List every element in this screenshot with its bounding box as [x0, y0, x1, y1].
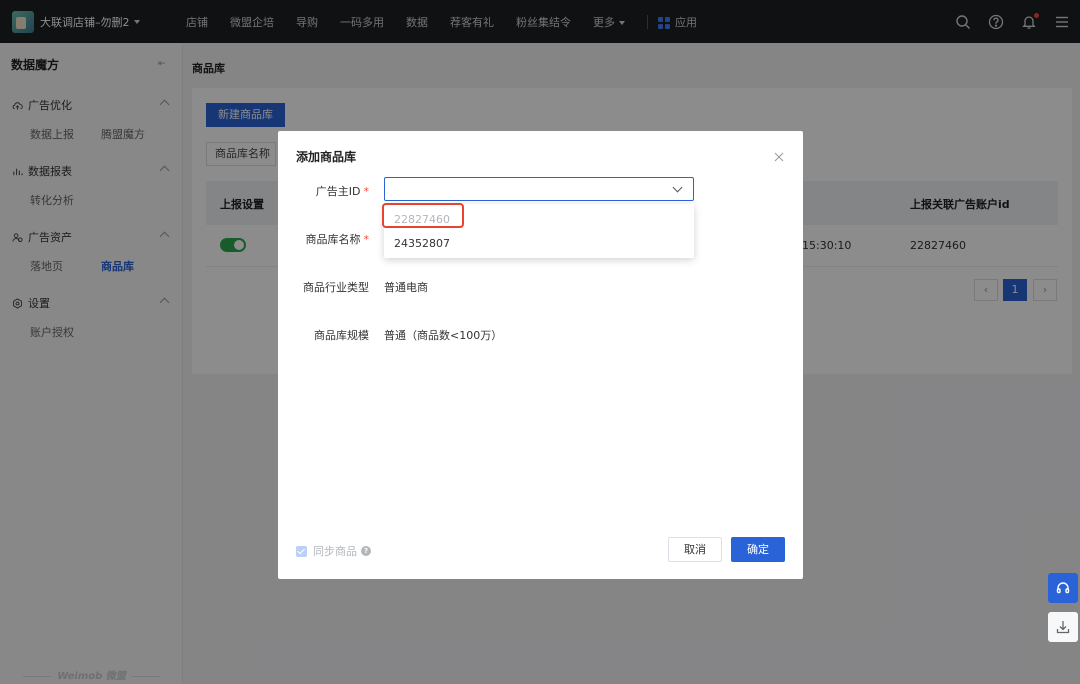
- sync-products-option: 同步商品 ?: [296, 543, 371, 559]
- download-button[interactable]: [1048, 612, 1078, 642]
- required-asterisk: *: [363, 185, 370, 198]
- highlight-box: [382, 203, 464, 228]
- required-asterisk: *: [363, 233, 370, 246]
- download-icon: [1055, 619, 1071, 635]
- sync-products-checkbox[interactable]: [296, 545, 307, 557]
- close-icon[interactable]: [774, 152, 784, 162]
- library-scale-value: 普通（商品数<100万）: [384, 329, 503, 342]
- advertiser-id-select[interactable]: [384, 177, 694, 201]
- dropdown-option[interactable]: 24352807: [394, 237, 450, 250]
- industry-type-value: 普通电商: [384, 281, 428, 294]
- chevron-down-icon: [672, 182, 683, 193]
- library-scale-label: 商品库规模: [314, 329, 369, 342]
- sync-products-label: 同步商品: [313, 545, 357, 558]
- advertiser-id-label-text: 广告主ID: [315, 185, 361, 198]
- library-name-label: 商品库名称 *: [278, 231, 370, 247]
- industry-type-label: 商品行业类型: [303, 281, 369, 294]
- advertiser-id-label: 广告主ID *: [278, 183, 369, 199]
- confirm-button[interactable]: 确定: [731, 537, 785, 562]
- cancel-button[interactable]: 取消: [668, 537, 722, 562]
- customer-service-button[interactable]: [1048, 573, 1078, 603]
- dialog-title: 添加商品库: [296, 150, 357, 164]
- library-name-label-text: 商品库名称: [305, 233, 361, 246]
- headset-icon: [1055, 580, 1071, 596]
- help-icon[interactable]: ?: [361, 546, 371, 556]
- add-library-dialog: 添加商品库 广告主ID * 22827460 24352807 商品库名称 * 商品…: [278, 131, 803, 579]
